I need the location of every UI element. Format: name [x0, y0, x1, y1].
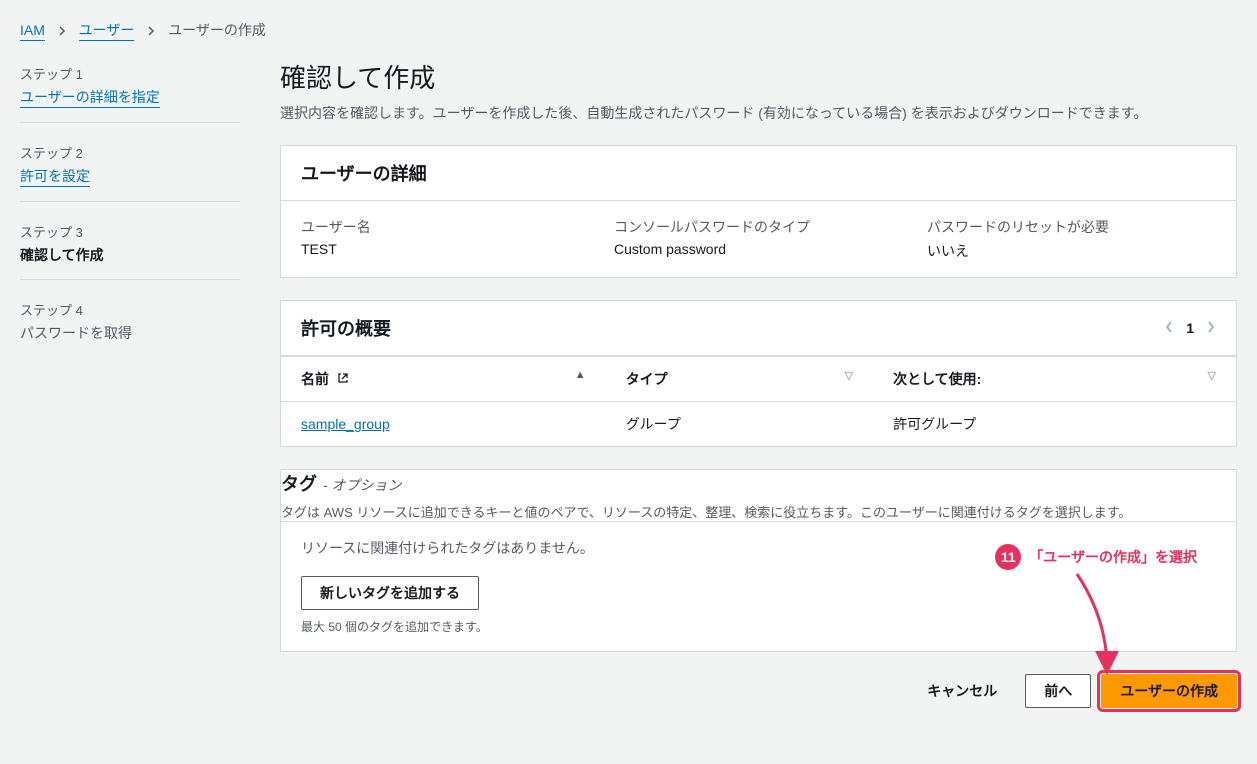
breadcrumb-iam[interactable]: IAM	[20, 22, 45, 41]
step-title: パスワードを取得	[20, 323, 240, 343]
pagination: 1	[1164, 320, 1216, 337]
detail-username: ユーザー名 TEST	[301, 217, 590, 261]
chevron-right-icon	[146, 22, 156, 38]
tags-limit: 最大 50 個のタグを追加できます。	[301, 618, 1216, 635]
breadcrumb: IAM ユーザー ユーザーの作成	[20, 16, 1237, 58]
detail-label: パスワードのリセットが必要	[927, 217, 1216, 237]
chevron-right-icon[interactable]	[1206, 320, 1216, 337]
breadcrumb-current: ユーザーの作成	[168, 22, 266, 38]
tags-optional: - オプション	[323, 475, 402, 495]
tags-description: タグは AWS リソースに追加できるキーと値のペアで、リソースの特定、整理、検索…	[281, 502, 1236, 521]
col-label: タイプ	[626, 371, 668, 387]
wizard-steps: ステップ 1 ユーザーの詳細を指定 ステップ 2 許可を設定 ステップ 3 確認…	[20, 58, 240, 708]
detail-password-type: コンソールパスワードのタイプ Custom password	[614, 217, 903, 261]
annotation: 11 「ユーザーの作成」を選択	[995, 544, 1197, 570]
sort-icon[interactable]: ▽	[845, 369, 853, 382]
cell-type: グループ	[606, 402, 873, 447]
detail-label: コンソールパスワードのタイプ	[614, 217, 903, 237]
page-number: 1	[1186, 320, 1194, 336]
sort-asc-icon[interactable]: ▲	[575, 369, 586, 381]
annotation-badge: 11	[995, 544, 1021, 570]
step-label: ステップ 4	[20, 300, 240, 319]
step-label: ステップ 1	[20, 64, 240, 83]
footer-actions: 11 「ユーザーの作成」を選択 キャンセル 前へ ユーザーの作成	[280, 674, 1237, 708]
table-row: sample_group グループ 許可グループ	[281, 402, 1236, 447]
detail-value: いいえ	[927, 241, 1216, 261]
step-title[interactable]: 許可を設定	[20, 166, 90, 187]
page-title: 確認して作成	[280, 58, 1237, 95]
permissions-table: 名前 ▲ タイプ ▽ 次として使用: ▽	[281, 356, 1236, 446]
col-label: 名前	[301, 371, 329, 387]
permissions-panel: 許可の概要 1 名前	[280, 300, 1237, 447]
cancel-button[interactable]: キャンセル	[909, 675, 1015, 707]
annotation-text: 「ユーザーの作成」を選択	[1029, 547, 1197, 567]
user-details-heading: ユーザーの詳細	[301, 160, 427, 186]
chevron-left-icon[interactable]	[1164, 320, 1174, 337]
create-user-button[interactable]: ユーザーの作成	[1101, 674, 1237, 708]
step-title[interactable]: ユーザーの詳細を指定	[20, 87, 160, 108]
col-label: 次として使用:	[893, 371, 981, 387]
detail-value: Custom password	[614, 241, 903, 257]
step-label: ステップ 3	[20, 222, 240, 241]
detail-value: TEST	[301, 241, 590, 257]
add-tag-button[interactable]: 新しいタグを追加する	[301, 576, 479, 610]
breadcrumb-users[interactable]: ユーザー	[79, 22, 135, 41]
col-name[interactable]: 名前 ▲	[281, 357, 606, 402]
step-2[interactable]: ステップ 2 許可を設定	[20, 137, 240, 202]
previous-button[interactable]: 前へ	[1025, 674, 1091, 708]
group-link[interactable]: sample_group	[301, 416, 390, 432]
detail-password-reset: パスワードのリセットが必要 いいえ	[927, 217, 1216, 261]
step-title: 確認して作成	[20, 245, 240, 265]
col-used-as[interactable]: 次として使用: ▽	[873, 357, 1236, 402]
external-link-icon	[337, 371, 349, 387]
chevron-right-icon	[57, 22, 67, 38]
sort-icon[interactable]: ▽	[1208, 369, 1216, 382]
step-label: ステップ 2	[20, 143, 240, 162]
step-1[interactable]: ステップ 1 ユーザーの詳細を指定	[20, 58, 240, 123]
detail-label: ユーザー名	[301, 217, 590, 237]
col-type[interactable]: タイプ ▽	[606, 357, 873, 402]
tags-heading: タグ	[281, 470, 317, 496]
step-4: ステップ 4 パスワードを取得	[20, 294, 240, 357]
user-details-panel: ユーザーの詳細 ユーザー名 TEST コンソールパスワードのタイプ Custom…	[280, 145, 1237, 278]
cell-used-as: 許可グループ	[873, 402, 1236, 447]
step-3: ステップ 3 確認して作成	[20, 216, 240, 280]
page-description: 選択内容を確認します。ユーザーを作成した後、自動生成されたパスワード (有効にな…	[280, 103, 1237, 123]
permissions-heading: 許可の概要	[301, 315, 391, 341]
